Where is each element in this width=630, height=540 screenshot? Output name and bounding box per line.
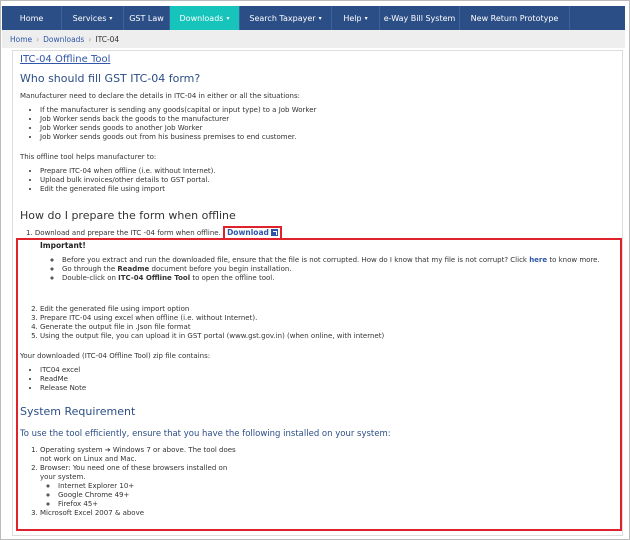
- breadcrumb-downloads[interactable]: Downloads: [43, 35, 84, 44]
- sysreq-heading: System Requirement: [20, 405, 136, 418]
- nav-new-return-prototype[interactable]: New Return Prototype: [460, 6, 570, 30]
- zip-list: ITC04 excel ReadMe Release Note: [26, 366, 86, 393]
- chevron-down-icon: ▾: [318, 14, 322, 22]
- list-item: Firefox 45+: [58, 500, 236, 509]
- helps-intro: This offline tool helps manufacturer to:: [20, 153, 157, 161]
- tool-name-bold: ITC-04 Offline Tool: [118, 274, 191, 282]
- list-item: Job Worker sends goods to another Job Wo…: [40, 124, 316, 133]
- nav-gst-law[interactable]: GST Law: [124, 6, 170, 30]
- list-item: Internet Explorer 10+: [58, 482, 236, 491]
- list-item: Double-click on ITC-04 Offline Tool to o…: [62, 274, 616, 283]
- important-text: to open the offline tool.: [190, 274, 275, 282]
- req-text: Operating system ➔ Windows 7 or above. T…: [40, 446, 236, 454]
- here-link[interactable]: here: [529, 256, 547, 264]
- breadcrumb: Home › Downloads › ITC-04: [2, 30, 625, 48]
- helps-list: Prepare ITC-04 when offline (i.e. withou…: [26, 167, 216, 194]
- step-1-text: Download and prepare the ITC -04 form wh…: [34, 229, 221, 237]
- steps-list: Edit the generated file using import opt…: [26, 305, 384, 341]
- important-list: Before you extract and run the downloade…: [44, 256, 616, 283]
- list-item: Browser: You need one of these browsers …: [40, 464, 236, 509]
- list-item: Google Chrome 49+: [58, 491, 236, 500]
- list-item: Generate the output file in .Json file f…: [40, 323, 384, 332]
- list-item: Operating system ➔ Windows 7 or above. T…: [40, 446, 236, 464]
- list-item: Job Worker sends back the goods to the m…: [40, 115, 316, 124]
- requirements-list: Operating system ➔ Windows 7 or above. T…: [26, 446, 236, 518]
- nav-search-taxpayer[interactable]: Search Taxpayer ▾: [240, 6, 332, 30]
- sysreq-subheading: To use the tool efficiently, ensure that…: [20, 429, 391, 439]
- breadcrumb-current: ITC-04: [95, 34, 120, 44]
- nav-label: e-Way Bill System: [383, 13, 456, 23]
- nav-label: Downloads: [179, 13, 224, 23]
- list-item: Prepare ITC-04 when offline (i.e. withou…: [40, 167, 216, 176]
- nav-label: Search Taxpayer: [249, 13, 316, 23]
- req-text: not work on Linux and Mac.: [40, 455, 137, 463]
- page-title-link[interactable]: ITC-04 Offline Tool: [20, 54, 110, 65]
- list-item: Edit the generated file using import opt…: [40, 305, 384, 314]
- list-item: Before you extract and run the downloade…: [62, 256, 616, 265]
- important-text: Go through the: [62, 265, 118, 273]
- who-list: If the manufacturer is sending any goods…: [26, 106, 316, 142]
- step-number: 1.: [26, 229, 35, 237]
- list-item: Edit the generated file using import: [40, 185, 216, 194]
- list-item: If the manufacturer is sending any goods…: [40, 106, 316, 115]
- important-text: to know more.: [547, 256, 600, 264]
- list-item: ReadMe: [40, 375, 86, 384]
- how-heading: How do I prepare the form when offline: [20, 209, 236, 222]
- nav-label: Home: [19, 13, 44, 23]
- nav-services[interactable]: Services ▾: [62, 6, 124, 30]
- chevron-down-icon: ▾: [109, 14, 113, 22]
- req-text: Browser: You need one of these browsers …: [40, 464, 228, 472]
- list-item: Microsoft Excel 2007 & above: [40, 509, 236, 518]
- list-item: Go through the Readme document before yo…: [62, 265, 616, 274]
- nav-label: New Return Prototype: [470, 13, 559, 23]
- list-item: Prepare ITC-04 using excel when offline …: [40, 314, 384, 323]
- list-item: Upload bulk invoices/other details to GS…: [40, 176, 216, 185]
- who-heading: Who should fill GST ITC-04 form?: [20, 72, 201, 85]
- req-text: your system.: [40, 473, 86, 481]
- list-item: Job Worker sends goods out from his busi…: [40, 133, 316, 142]
- zip-intro: Your downloaded (ITC-04 Offline Tool) zi…: [20, 352, 211, 360]
- important-label: Important!: [40, 241, 86, 250]
- list-item: Release Note: [40, 384, 86, 393]
- main-nav: Home Services ▾ GST Law Downloads ▾ Search…: [2, 6, 625, 30]
- chevron-down-icon: ▾: [226, 14, 230, 22]
- breadcrumb-separator: ›: [88, 34, 92, 44]
- nav-label: GST Law: [129, 13, 164, 23]
- external-link-icon: [270, 229, 278, 236]
- breadcrumb-separator: ›: [36, 34, 40, 44]
- chevron-down-icon: ▾: [364, 14, 368, 22]
- who-intro: Manufacturer need to declare the details…: [20, 92, 300, 100]
- nav-home[interactable]: Home: [2, 6, 62, 30]
- important-text: Before you extract and run the downloade…: [62, 256, 530, 264]
- list-item: ITC04 excel: [40, 366, 86, 375]
- list-item: Using the output file, you can upload it…: [40, 332, 384, 341]
- nav-label: Help: [343, 13, 362, 23]
- readme-bold: Readme: [117, 265, 150, 273]
- important-text: Double-click on: [62, 274, 119, 282]
- breadcrumb-home[interactable]: Home: [10, 35, 32, 44]
- important-text: document before you begin installation.: [149, 265, 292, 273]
- nav-label: Services: [72, 13, 107, 23]
- nav-eway-bill[interactable]: e-Way Bill System: [380, 6, 460, 30]
- download-label: Download: [227, 228, 269, 237]
- nav-downloads[interactable]: Downloads ▾: [170, 6, 240, 30]
- browser-list: Internet Explorer 10+ Google Chrome 49+ …: [40, 482, 236, 509]
- nav-help[interactable]: Help ▾: [332, 6, 380, 30]
